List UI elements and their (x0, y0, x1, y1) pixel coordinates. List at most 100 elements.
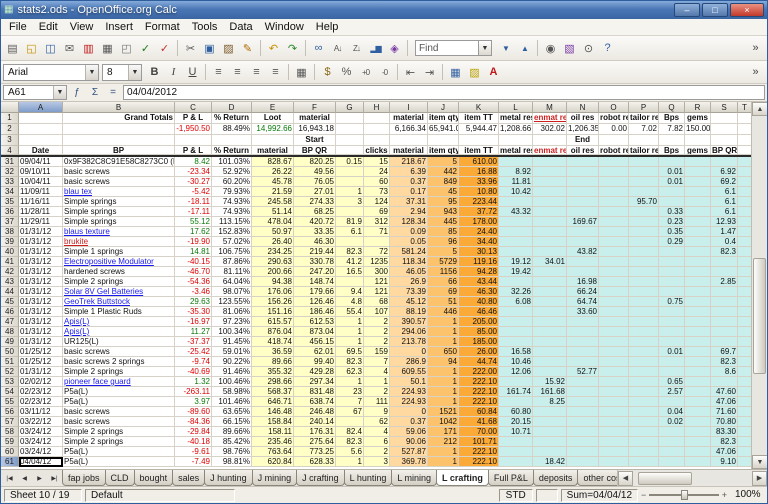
cell[interactable] (685, 227, 711, 237)
row-header-40[interactable]: 40 (1, 247, 19, 257)
cell[interactable] (567, 357, 599, 367)
cell[interactable] (738, 287, 751, 297)
cell[interactable]: 47.60 (711, 387, 738, 397)
cell[interactable] (659, 427, 685, 437)
cell[interactable] (567, 377, 599, 387)
cell[interactable]: Loot (252, 113, 294, 124)
row-header-3[interactable]: 3 (1, 135, 19, 146)
row-header-52[interactable]: 52 (1, 367, 19, 377)
cell[interactable]: 222.10 (459, 377, 499, 387)
cell[interactable]: material (390, 146, 428, 155)
cell[interactable]: 47.06 (711, 447, 738, 457)
new-document-icon[interactable]: ▤ (3, 39, 22, 58)
cell[interactable]: basic screws (63, 407, 175, 417)
cell[interactable]: 64.74 (567, 297, 599, 307)
cell[interactable] (533, 317, 567, 327)
cell[interactable] (499, 247, 533, 257)
cell[interactable]: 107 (364, 307, 390, 317)
cell[interactable]: 6.1 (711, 197, 738, 207)
cell[interactable]: 119.16 (459, 257, 499, 267)
zoom-slider-thumb[interactable] (681, 490, 688, 500)
cell[interactable]: 1 (428, 337, 459, 347)
cell[interactable] (599, 167, 629, 177)
cell[interactable]: 81.11% (212, 267, 252, 277)
cell[interactable]: 0.37 (390, 177, 428, 187)
cell[interactable]: 14.81 (175, 247, 212, 257)
cell[interactable] (659, 317, 685, 327)
row-header-31[interactable]: 31 (1, 157, 19, 167)
cell[interactable]: 44.74 (459, 357, 499, 367)
row-header-4[interactable]: 4 (1, 146, 19, 155)
maximize-button[interactable]: □ (702, 3, 728, 17)
cell[interactable]: item TT (459, 113, 499, 124)
cell[interactable]: Date (19, 146, 63, 155)
cell[interactable] (711, 113, 738, 124)
cell[interactable]: 118.34 (390, 257, 428, 267)
cell[interactable]: 20.15 (499, 417, 533, 427)
cell[interactable] (711, 337, 738, 347)
cell[interactable] (599, 357, 629, 367)
cell[interactable]: 7 (336, 397, 364, 407)
cell[interactable]: 0.33 (659, 207, 685, 217)
row-header-1[interactable]: 1 (1, 113, 19, 124)
cell[interactable] (629, 387, 659, 397)
cell[interactable] (533, 407, 567, 417)
align-left-icon[interactable]: ≡ (209, 63, 228, 82)
column-header-e[interactable]: E (252, 102, 294, 113)
cell[interactable]: 0.17 (390, 187, 428, 197)
export-pdf-icon[interactable]: ▥ (79, 39, 98, 58)
cell[interactable] (533, 287, 567, 297)
cell[interactable]: gems (685, 146, 711, 155)
borders-icon[interactable]: ▦ (446, 63, 465, 82)
cell[interactable]: -37.37 (175, 337, 212, 347)
cell[interactable]: 1 (336, 337, 364, 347)
cell[interactable] (567, 237, 599, 247)
cell[interactable]: 478.04 (252, 217, 294, 227)
cell[interactable]: 11/29/11 (19, 217, 63, 227)
decrease-indent-icon[interactable]: ⇤ (401, 63, 420, 82)
cell[interactable]: 245.58 (252, 197, 294, 207)
toolbar-overflow-icon[interactable]: » (746, 39, 765, 58)
cell[interactable]: P5a(L) (63, 457, 175, 467)
cell[interactable]: blaus texture (63, 227, 175, 237)
cell[interactable] (428, 135, 459, 146)
cell[interactable] (336, 124, 364, 135)
column-header-p[interactable]: P (629, 102, 659, 113)
cell[interactable]: 7.02 (629, 124, 659, 135)
row-header-41[interactable]: 41 (1, 257, 19, 267)
cell[interactable]: 1 (336, 377, 364, 387)
cell[interactable]: 8.92 (499, 167, 533, 177)
first-sheet-icon[interactable]: |◀ (2, 472, 17, 485)
row-header-57[interactable]: 57 (1, 417, 19, 427)
column-header-m[interactable]: M (533, 102, 567, 113)
cell[interactable]: 527.87 (390, 447, 428, 457)
cell[interactable]: 828.67 (252, 157, 294, 167)
cell[interactable]: -30.27 (175, 177, 212, 187)
cell[interactable] (499, 377, 533, 387)
cell[interactable] (685, 135, 711, 146)
chevron-down-icon[interactable]: ▼ (53, 86, 66, 99)
cell[interactable]: 03/24/12 (19, 437, 63, 447)
cell[interactable] (336, 207, 364, 217)
cell[interactable]: oil res (567, 146, 599, 155)
cell[interactable]: 60 (364, 177, 390, 187)
cell[interactable] (629, 347, 659, 357)
cell[interactable] (629, 317, 659, 327)
row-header-48[interactable]: 48 (1, 327, 19, 337)
row-header-50[interactable]: 50 (1, 347, 19, 357)
horizontal-scrollbar[interactable]: ◀ ▶ (617, 470, 767, 486)
cell[interactable] (567, 447, 599, 457)
cell[interactable]: 205.00 (459, 317, 499, 327)
menu-insert[interactable]: Insert (99, 20, 139, 34)
cell[interactable]: Solar 8V Gel Batteries (63, 287, 175, 297)
cell[interactable] (629, 277, 659, 287)
row-header-42[interactable]: 42 (1, 267, 19, 277)
cell[interactable] (629, 135, 659, 146)
cell[interactable]: 26.9 (390, 277, 428, 287)
chevron-down-icon[interactable]: ▼ (128, 65, 141, 80)
cell[interactable]: 15.92 (533, 377, 567, 387)
undo-icon[interactable]: ↶ (264, 39, 283, 58)
cell[interactable]: 34.01 (533, 257, 567, 267)
cell[interactable]: 91.45% (212, 337, 252, 347)
cell[interactable]: 02/23/12 (19, 397, 63, 407)
